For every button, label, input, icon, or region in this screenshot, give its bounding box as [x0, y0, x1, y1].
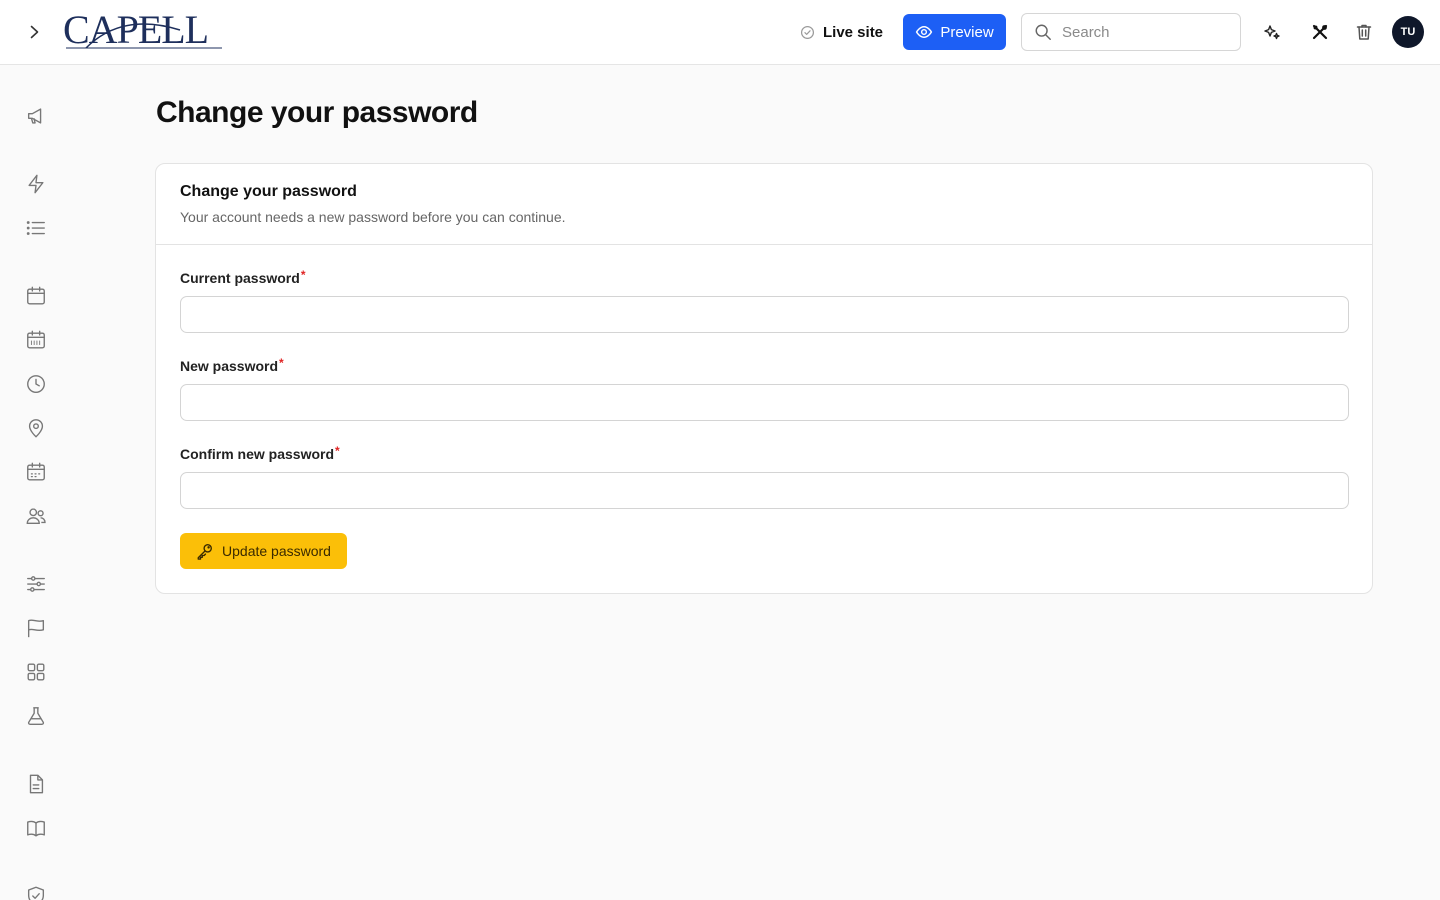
- preview-button[interactable]: Preview: [903, 14, 1006, 50]
- required-mark: *: [279, 356, 284, 370]
- capell-logo[interactable]: CAPELL: [62, 7, 224, 52]
- change-password-card: Change your password Your account needs …: [155, 163, 1373, 594]
- check-circle-icon: [800, 25, 815, 39]
- update-password-label: Update password: [222, 543, 331, 559]
- new-password-input[interactable]: [180, 384, 1349, 421]
- sparkles-icon: [1264, 25, 1280, 40]
- required-mark: *: [335, 444, 340, 458]
- sidebar-item-documents[interactable]: [24, 772, 48, 796]
- live-site-label: Live site: [823, 23, 884, 41]
- card-header: Change your password Your account needs …: [156, 164, 1372, 245]
- sidebar-item-schedule[interactable]: [24, 328, 48, 352]
- flag-icon: [27, 619, 45, 638]
- live-site-link[interactable]: Live site: [800, 20, 883, 44]
- sidebar-item-events[interactable]: [24, 460, 48, 484]
- update-password-button[interactable]: Update password: [180, 533, 347, 569]
- chevron-right-icon: [30, 25, 39, 39]
- search-box: [1021, 13, 1241, 51]
- confirm-password-input[interactable]: [180, 472, 1349, 509]
- sidebar-item-users[interactable]: [24, 504, 48, 528]
- page-title: Change your password: [156, 96, 478, 129]
- shield-check-icon: [27, 886, 45, 900]
- sidebar-item-calendar[interactable]: [24, 284, 48, 308]
- key-icon: [197, 544, 212, 560]
- user-avatar[interactable]: TU: [1392, 16, 1424, 48]
- book-icon: [27, 820, 45, 837]
- list-icon: [26, 221, 45, 235]
- trash-icon: [1356, 24, 1372, 40]
- card-title: Change your password: [180, 183, 357, 200]
- sidebar-item-automations[interactable]: [24, 172, 48, 196]
- wrench-screwdriver-icon: [1312, 24, 1328, 40]
- sidebar-item-docs[interactable]: [24, 816, 48, 840]
- bolt-icon: [28, 174, 44, 194]
- sidebar-item-apps[interactable]: [24, 660, 48, 684]
- preview-label: Preview: [940, 23, 994, 41]
- avatar-initials: TU: [1400, 26, 1416, 38]
- logo-text: CAPELL: [63, 8, 208, 52]
- megaphone-icon: [27, 108, 42, 124]
- sidebar-item-locations[interactable]: [24, 416, 48, 440]
- search-icon: [1035, 24, 1051, 40]
- sidebar-item-history[interactable]: [24, 372, 48, 396]
- grid-icon: [27, 663, 45, 681]
- map-pin-icon: [28, 419, 44, 438]
- trash-button[interactable]: [1352, 20, 1376, 44]
- ai-sparkle-button[interactable]: [1260, 20, 1284, 44]
- new-password-label-text: New password: [180, 358, 279, 374]
- sidebar-item-labs[interactable]: [24, 704, 48, 728]
- sliders-icon: [27, 576, 45, 592]
- sidebar-item-list[interactable]: [24, 216, 48, 240]
- users-icon: [26, 508, 46, 525]
- flask-icon: [27, 707, 45, 725]
- search-input[interactable]: [1062, 23, 1222, 41]
- calendar-icon: [27, 286, 45, 305]
- current-password-input[interactable]: [180, 296, 1349, 333]
- eye-icon: [916, 26, 933, 38]
- calendar-dates-icon: [27, 462, 45, 481]
- current-password-label-text: Current password: [180, 270, 300, 286]
- card-subtitle: Your account needs a new password before…: [180, 209, 566, 225]
- new-password-label: New password*: [180, 356, 284, 374]
- clock-icon: [27, 375, 45, 393]
- required-mark: *: [300, 268, 306, 282]
- tools-button[interactable]: [1308, 20, 1332, 44]
- document-icon: [29, 774, 44, 794]
- sidebar-item-announcements[interactable]: [24, 104, 48, 128]
- sidebar-item-security[interactable]: [24, 884, 48, 900]
- calendar-grid-icon: [27, 330, 45, 349]
- confirm-password-label: Confirm new password*: [180, 444, 340, 462]
- sidebar-item-settings[interactable]: [24, 572, 48, 596]
- confirm-password-label-text: Confirm new password: [180, 446, 335, 462]
- sidebar-item-reports[interactable]: [24, 616, 48, 640]
- expand-sidebar-button[interactable]: [20, 18, 48, 46]
- top-bar: CAPELL Live site Preview TU: [0, 0, 1440, 65]
- current-password-label: Current password*: [180, 268, 306, 286]
